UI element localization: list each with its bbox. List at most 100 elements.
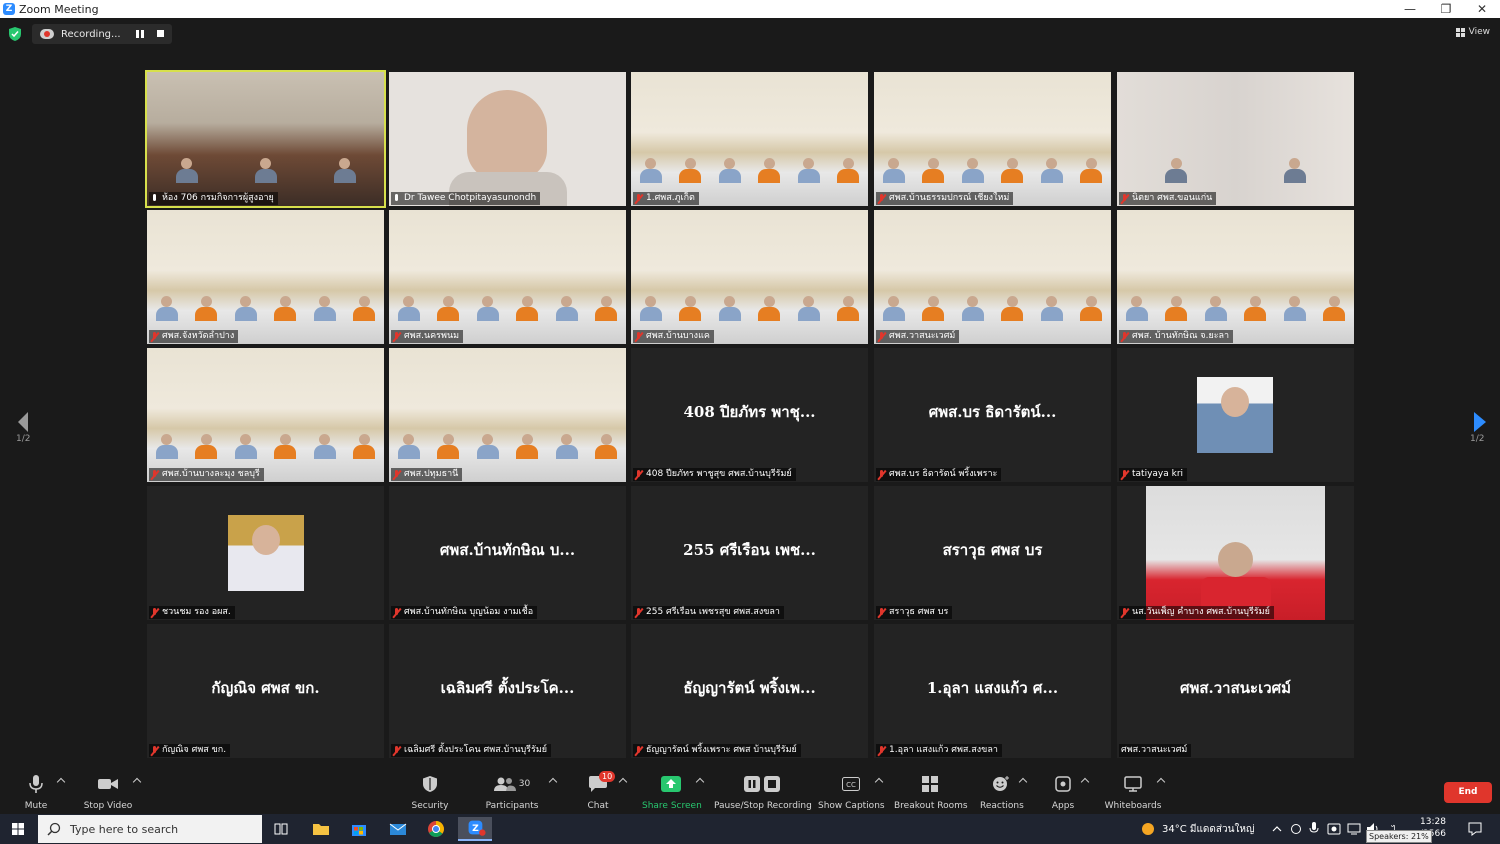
participant-tile[interactable]: Dr Tawee Chotpitayasunondh	[389, 72, 626, 206]
participant-name: ศพส.บร ธิดารัตน์ พริ้งเพราะ	[889, 469, 998, 479]
zoom-taskbar-icon[interactable]: Z	[458, 817, 492, 841]
apps-button[interactable]: Apps	[1046, 774, 1080, 814]
muted-microphone-icon	[393, 607, 400, 618]
participant-tile[interactable]: ศพส.บ้านบางละมุง ชลบุรี	[147, 348, 384, 482]
tray-microphone-icon[interactable]	[1309, 822, 1319, 836]
stop-video-button[interactable]: Stop Video	[80, 774, 136, 814]
participant-name-tag: ศพส.ปทุมธานี	[391, 468, 463, 481]
participant-name: ศพส.บ้านทักษิณ บุญน้อม งามเชื้อ	[404, 607, 534, 617]
breakout-rooms-button[interactable]: Breakout Rooms	[894, 774, 968, 814]
participant-tile[interactable]: สราวุธ ศพส บร สราวุธ ศพส บร	[874, 486, 1111, 620]
participant-tile[interactable]: 408 ปียภัทร พาชุ... 408 ปียภัทร พาชูสุข ศ…	[631, 348, 868, 482]
participant-name: นิตยา ศพส.ขอนแก่น	[1132, 193, 1213, 203]
participants-button[interactable]: 30 Participants	[484, 774, 540, 814]
participant-name: tatiyaya kri	[1132, 469, 1184, 479]
view-button[interactable]: View	[1455, 27, 1490, 37]
participant-name: ศพส.บ้านธรรมปกรณ์ เชียงใหม่	[889, 193, 1010, 203]
mail-icon[interactable]	[385, 817, 411, 841]
search-icon	[47, 822, 61, 836]
participant-display-name: กัญณิจ ศพส ขก.	[211, 679, 320, 697]
participants-options-caret[interactable]	[548, 777, 558, 787]
weather-sun-icon	[1142, 823, 1154, 835]
security-button[interactable]: Security	[406, 774, 454, 814]
participant-tile[interactable]: ศพส.บร ธิดารัตน์... ศพส.บร ธิดารัตน์ พริ้…	[874, 348, 1111, 482]
participant-tile[interactable]: ศพส.วาสนะเวศม์	[874, 210, 1111, 344]
muted-microphone-icon	[635, 469, 642, 480]
participant-tile[interactable]: ธัญญารัตน์ พริ้งเพ... ธัญญารัตน์ พริ้งเพร…	[631, 624, 868, 758]
tray-camera-icon[interactable]	[1327, 822, 1341, 836]
participant-name-tag: 408 ปียภัทร พาชูสุข ศพส.บ้านบุรีรัมย์	[633, 468, 796, 481]
close-window-button[interactable]: ✕	[1464, 0, 1500, 18]
participant-tile[interactable]: 1.ศพส.ภูเก็ต	[631, 72, 868, 206]
participant-name-tag: ศพส.บ้านบางละมุง ชลบุรี	[149, 468, 264, 481]
participant-display-name: ศพส.บ้านทักษิณ บ...	[439, 541, 576, 559]
task-view-icon[interactable]	[268, 817, 294, 841]
participant-display-name: 1.อุลา แสงแก้ว ศ...	[926, 679, 1059, 697]
whiteboards-label: Whiteboards	[1104, 801, 1162, 811]
share-screen-button[interactable]: Share Screen	[642, 774, 702, 814]
participant-video	[389, 72, 626, 206]
breakout-rooms-label: Breakout Rooms	[894, 801, 968, 811]
windows-start-icon[interactable]	[0, 814, 36, 844]
participant-tile[interactable]: กัญณิจ ศพส ขก. กัญณิจ ศพส ขก.	[147, 624, 384, 758]
pause-stop-recording-button[interactable]: Pause/Stop Recording	[714, 774, 812, 814]
microsoft-store-icon[interactable]	[346, 817, 372, 841]
participants-count: 30	[518, 779, 531, 789]
mute-button[interactable]: Mute	[18, 774, 54, 814]
muted-microphone-icon	[393, 469, 400, 480]
recording-indicator: Recording...	[32, 24, 172, 44]
participant-name-tag: ศพส.บ้านบางแค	[633, 330, 714, 343]
pause-recording-icon[interactable]	[136, 30, 144, 38]
participant-tile[interactable]: นส.วันเพ็ญ คำบาง ศพส.บ้านบุรีรัมย์	[1117, 486, 1354, 620]
participant-tile[interactable]: ศพส.บ้านทักษิณ บ... ศพส.บ้านทักษิณ บุญน้อ…	[389, 486, 626, 620]
restore-button[interactable]: ❐	[1428, 0, 1464, 18]
chat-button[interactable]: 10 Chat	[578, 771, 618, 814]
notification-center-icon[interactable]	[1468, 822, 1482, 836]
minimize-button[interactable]: —	[1392, 0, 1428, 18]
participant-avatar	[228, 515, 304, 591]
participant-tile[interactable]: นิตยา ศพส.ขอนแก่น	[1117, 72, 1354, 206]
participant-tile[interactable]: ศพส.บ้านธรรมปกรณ์ เชียงใหม่	[874, 72, 1111, 206]
participant-tile[interactable]: ห้อง 706 กรมกิจการผู้สูงอายุ	[145, 70, 386, 208]
participant-name: สราวุธ ศพส บร	[889, 607, 949, 617]
participant-name-tag: ศพส.วาสนะเวศม์	[876, 330, 960, 343]
end-meeting-button[interactable]: End	[1444, 782, 1492, 803]
cloud-recording-icon	[40, 29, 54, 39]
file-explorer-icon[interactable]	[308, 817, 334, 841]
muted-microphone-icon	[878, 607, 885, 618]
show-captions-button[interactable]: CC Show Captions	[818, 774, 885, 814]
tray-overflow-chevron-icon[interactable]	[1272, 824, 1282, 834]
audio-options-caret[interactable]	[56, 777, 66, 787]
participant-tile[interactable]: เฉลิมศรี ตั้งประโค... เฉลิมศรี ตั้งประโคน…	[389, 624, 626, 758]
participant-tile[interactable]: tatiyaya kri	[1117, 348, 1354, 482]
chrome-icon[interactable]	[423, 817, 449, 841]
previous-page-label: 1/2	[16, 434, 31, 444]
participant-name-tag: ศพส.บร ธิดารัตน์ พริ้งเพราะ	[876, 468, 1002, 481]
participant-tile[interactable]: ศพส. บ้านทักษิณ จ.ยะลา	[1117, 210, 1354, 344]
participant-name: ห้อง 706 กรมกิจการผู้สูงอายุ	[162, 193, 274, 203]
muted-microphone-icon	[878, 469, 885, 480]
participant-name: ศพส.บ้านบางแค	[646, 331, 710, 341]
participant-tile[interactable]: ชวนชม รอง อผส.	[147, 486, 384, 620]
encryption-shield-icon[interactable]	[9, 27, 21, 41]
participant-tile[interactable]: 255 ศรีเรือน เพช... 255 ศรีเรือน เพชรสุข …	[631, 486, 868, 620]
participant-tile[interactable]: ศพส.บ้านบางแค	[631, 210, 868, 344]
pause-stop-icon	[744, 776, 780, 792]
participant-tile[interactable]: ศพส.จังหวัดลำปาง	[147, 210, 384, 344]
tray-app-icon[interactable]	[1290, 822, 1302, 836]
whiteboards-button[interactable]: Whiteboards	[1102, 774, 1164, 814]
taskbar-search-box[interactable]: Type here to search	[38, 815, 262, 843]
zoom-logo-icon: Z	[3, 3, 15, 15]
participant-tile[interactable]: ศพส.นครพนม	[389, 210, 626, 344]
reactions-button[interactable]: Reactions	[980, 774, 1024, 814]
weather-widget[interactable]: 34°C มีแดดส่วนใหญ่	[1140, 814, 1254, 844]
microphone-icon	[151, 193, 158, 204]
tray-network-icon[interactable]	[1347, 822, 1361, 836]
apps-options-caret[interactable]	[1080, 777, 1090, 787]
participant-tile[interactable]: ศพส.วาสนะเวศม์ ศพส.วาสนะเวศม์	[1117, 624, 1354, 758]
chat-options-caret[interactable]	[618, 777, 628, 787]
participant-tile[interactable]: ศพส.ปทุมธานี	[389, 348, 626, 482]
participant-name-tag: กัญณิจ ศพส ขก.	[149, 744, 231, 757]
participant-tile[interactable]: 1.อุลา แสงแก้ว ศ... 1.อุลา แสงแก้ว ศพส.สง…	[874, 624, 1111, 758]
stop-recording-icon[interactable]	[157, 30, 164, 37]
